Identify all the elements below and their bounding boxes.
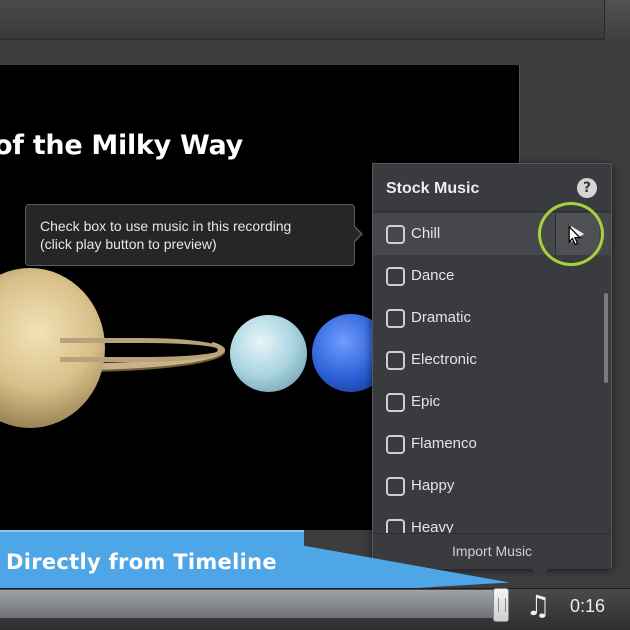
top-bar-divider: [0, 38, 630, 40]
item-label: Chill: [411, 225, 441, 242]
checkbox[interactable]: [386, 519, 405, 533]
checkbox[interactable]: [386, 225, 405, 244]
help-icon[interactable]: ?: [577, 178, 597, 198]
list-scrollbar[interactable]: [604, 293, 608, 383]
item-label: Happy: [411, 477, 455, 494]
tooltip-line-2: (click play button to preview): [40, 236, 217, 252]
list-item-electronic[interactable]: Electronic: [373, 339, 611, 381]
callout-label: Directly from Timeline: [0, 530, 304, 590]
top-right-control[interactable]: [604, 0, 630, 40]
timeline-track[interactable]: [0, 590, 495, 618]
item-label: Dance: [411, 267, 455, 284]
tooltip-arrow-inner: [353, 226, 361, 242]
checkbox[interactable]: [386, 309, 405, 328]
checkbox[interactable]: [386, 435, 405, 454]
item-label: Electronic: [411, 351, 477, 368]
list-item-epic[interactable]: Epic: [373, 381, 611, 423]
panel-title: Stock Music: [386, 180, 480, 197]
list-item-heavy[interactable]: Heavy: [373, 507, 611, 533]
timeline-end-handle[interactable]: [493, 588, 509, 622]
panel-pointer: [530, 567, 550, 579]
tooltip-line-1: Check box to use music in this recording: [40, 218, 292, 234]
list-item-flamenco[interactable]: Flamenco: [373, 423, 611, 465]
item-label: Heavy: [411, 519, 454, 533]
import-music-button[interactable]: Import Music: [373, 543, 611, 559]
checkbox[interactable]: [386, 393, 405, 412]
checkbox[interactable]: [386, 267, 405, 286]
music-note-icon[interactable]: ♫: [522, 590, 554, 622]
music-hint-tooltip: Check box to use music in this recording…: [25, 204, 363, 266]
highlight-ring: [538, 202, 604, 266]
list-item-dramatic[interactable]: Dramatic: [373, 297, 611, 339]
slide-title: of the Milky Way: [0, 130, 243, 161]
item-label: Dramatic: [411, 309, 472, 326]
editor-top-bar: [0, 0, 630, 40]
item-label: Flamenco: [411, 435, 477, 452]
saturn-ring-front-image: [60, 338, 225, 362]
timeline-time: 0:16: [570, 596, 606, 616]
checkbox[interactable]: [386, 477, 405, 496]
callout-text: Directly from Timeline: [6, 550, 277, 574]
uranus-image: [230, 315, 307, 392]
list-item-happy[interactable]: Happy: [373, 465, 611, 507]
item-label: Epic: [411, 393, 441, 410]
panel-footer: Import Music: [373, 533, 611, 569]
checkbox[interactable]: [386, 351, 405, 370]
